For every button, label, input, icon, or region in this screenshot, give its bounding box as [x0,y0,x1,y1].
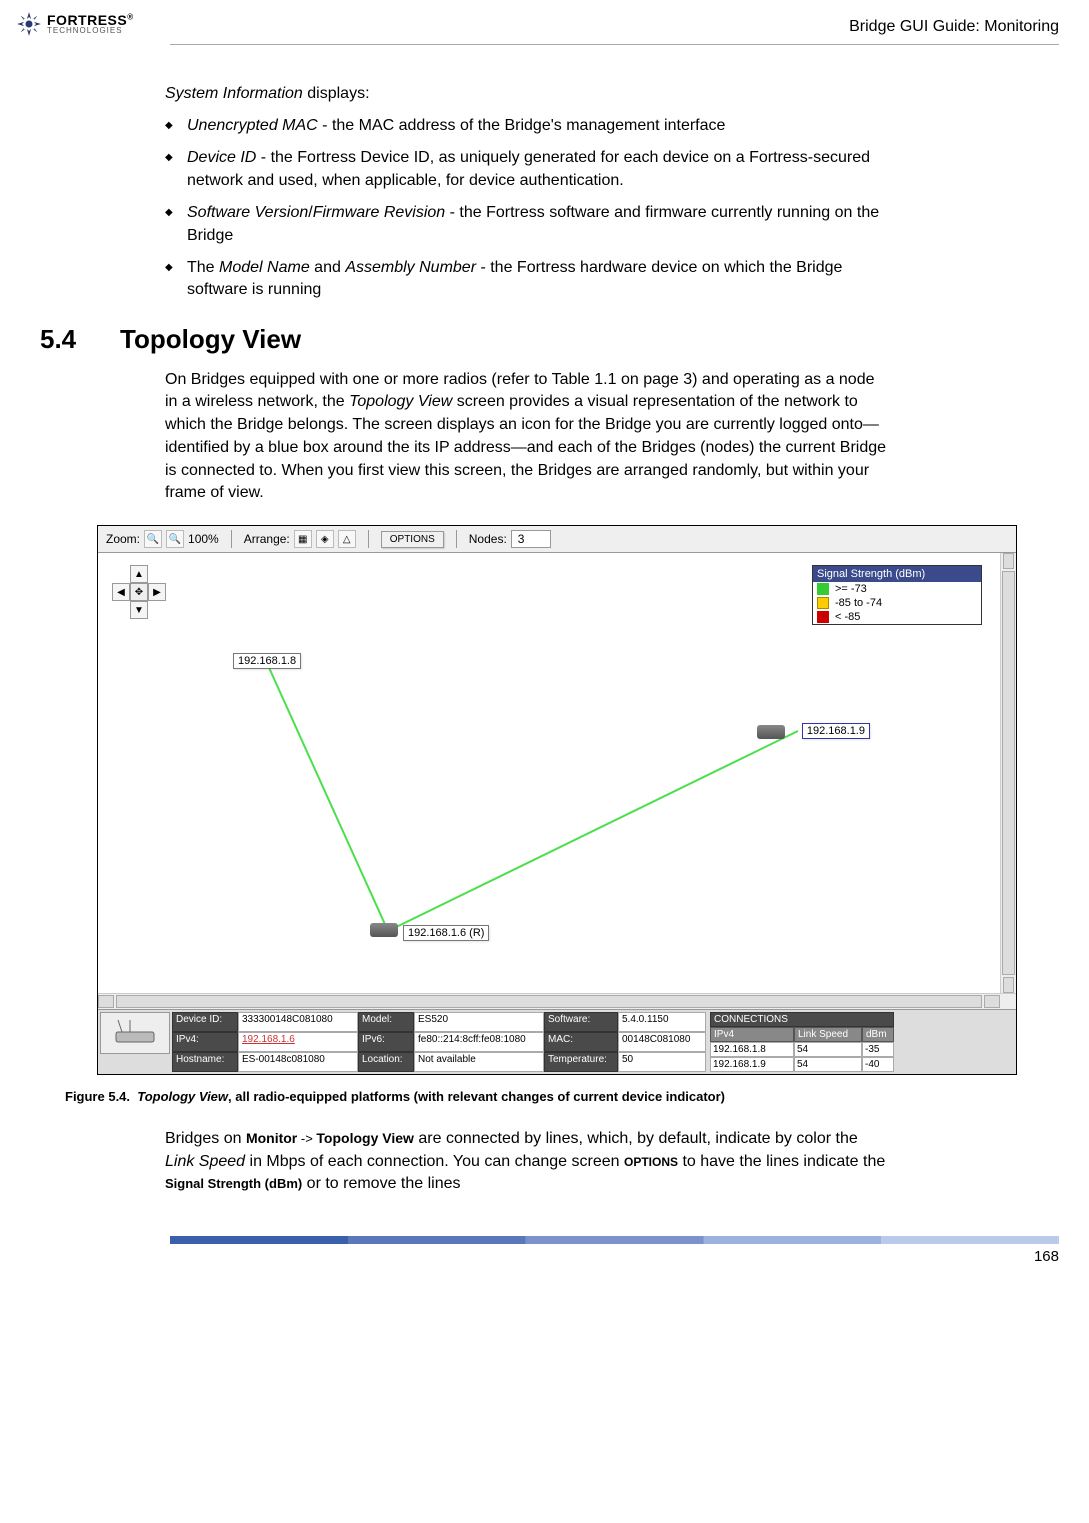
topology-links [98,553,1000,993]
figure-caption: Figure 5.4. Topology View, all radio-equ… [65,1089,1049,1104]
topology-toolbar: Zoom: 🔍 🔍 100% Arrange: ▦ ◈ △ OPTIONS No… [98,526,1016,553]
kv-val: Not available [414,1052,544,1072]
vertical-scrollbar[interactable] [1000,553,1016,993]
node-label-current[interactable]: 192.168.1.9 [802,723,870,739]
kv-val: ES-00148c081080 [238,1052,358,1072]
col-head: IPv4 [710,1027,794,1042]
logo-main-text: FORTRESS® [47,13,134,27]
kv-key: Hostname: [172,1052,238,1072]
kv-val: ES520 [414,1012,544,1032]
kv-key: Temperature: [544,1052,618,1072]
node-label[interactable]: 192.168.1.8 [233,653,301,669]
footer-bar [170,1236,1059,1244]
logo: FORTRESS® TECHNOLOGIES [15,10,134,38]
col-head: Link Speed [794,1027,862,1042]
kv-key: IPv4: [172,1032,238,1052]
connections-title: CONNECTIONS [710,1012,894,1027]
zoom-out-icon[interactable]: 🔍 [144,530,162,548]
kv-val: 333300148C081080 [238,1012,358,1032]
horizontal-scrollbar[interactable] [98,993,1016,1009]
section-para-2: Bridges on Monitor -> Topology View are … [165,1128,889,1196]
conn-cell: 192.168.1.8 [710,1042,794,1057]
sysinfo-list: Unencrypted MAC - the MAC address of the… [165,115,889,302]
list-item: Device ID - the Fortress Device ID, as u… [187,147,889,192]
zoom-value: 100% [188,532,219,546]
zoom-label: Zoom: [106,532,140,546]
kv-val: fe80::214:8cff:fe08:1080 [414,1032,544,1052]
list-item: Software Version/Firmware Revision - the… [187,202,889,247]
kv-key: Location: [358,1052,414,1072]
list-item: Unencrypted MAC - the MAC address of the… [187,115,889,137]
nodes-count: 3 [511,530,551,548]
bridge-icon[interactable] [370,923,398,937]
conn-cell: 192.168.1.9 [710,1057,794,1072]
list-item: The Model Name and Assembly Number - the… [187,257,889,302]
page-number: 168 [0,1248,1089,1265]
topology-screenshot: Zoom: 🔍 🔍 100% Arrange: ▦ ◈ △ OPTIONS No… [97,525,1017,1075]
kv-key: Model: [358,1012,414,1032]
node-detail-panel: Device ID: 333300148C081080 Model: ES520… [98,1009,1016,1074]
fortress-logo-icon [15,10,43,38]
section-para-1: On Bridges equipped with one or more rad… [165,369,889,505]
node-label[interactable]: 192.168.1.6 (R) [403,925,489,941]
zoom-in-icon[interactable]: 🔍 [166,530,184,548]
logo-sub-text: TECHNOLOGIES [47,27,134,35]
kv-key: IPv6: [358,1032,414,1052]
bridge-icon[interactable] [757,725,785,739]
arrange-label: Arrange: [244,532,290,546]
device-thumbnail-icon [100,1012,170,1054]
conn-cell: -40 [862,1057,894,1072]
section-title: Topology View [120,324,301,355]
section-number: 5.4 [40,324,96,355]
conn-cell: 54 [794,1057,862,1072]
kv-val-link[interactable]: 192.168.1.6 [238,1032,358,1052]
options-button[interactable]: OPTIONS [381,531,444,548]
conn-cell: -35 [862,1042,894,1057]
arrange-grid-icon[interactable]: ▦ [294,530,312,548]
col-head: dBm [862,1027,894,1042]
conn-cell: 54 [794,1042,862,1057]
kv-val: 5.4.0.1150 [618,1012,706,1032]
arrange-tree-icon[interactable]: △ [338,530,356,548]
kv-key: Software: [544,1012,618,1032]
kv-val: 50 [618,1052,706,1072]
kv-val: 00148C081080 [618,1032,706,1052]
arrange-radial-icon[interactable]: ◈ [316,530,334,548]
topology-canvas[interactable]: ▲ ▼ ◀ ▶ ✥ Signal Strength (dBm) >= -73 -… [98,553,1000,993]
sysinfo-lead: System Information displays: [165,85,889,103]
kv-key: MAC: [544,1032,618,1052]
header-breadcrumb: Bridge GUI Guide: Monitoring [849,10,1059,36]
kv-key: Device ID: [172,1012,238,1032]
nodes-label: Nodes: [469,532,507,546]
